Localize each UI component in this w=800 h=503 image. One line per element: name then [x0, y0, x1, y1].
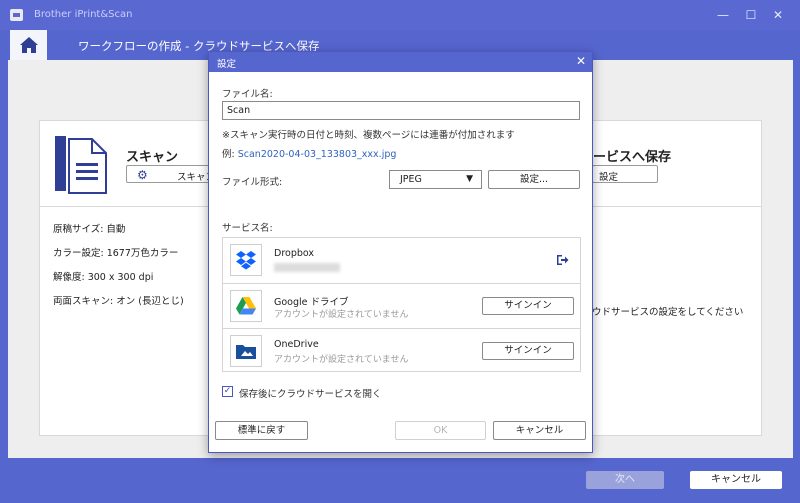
format-value: JPEG	[400, 174, 422, 185]
example-prefix: 例:	[222, 149, 238, 160]
service-name-google-drive: Google ドライブ	[274, 297, 349, 308]
scan-heading: スキャン	[126, 150, 179, 165]
service-name-onedrive: OneDrive	[274, 339, 319, 350]
info-duplex: 両面スキャン: オン (長辺とじ)	[53, 296, 184, 307]
info-resolution: 解像度: 300 x 300 dpi	[53, 272, 154, 283]
sign-out-icon[interactable]	[556, 254, 569, 266]
service-row-google-drive: Google ドライブ アカウントが設定されていません サインイン	[223, 283, 580, 328]
dialog-title: 設定	[217, 59, 237, 70]
info-color: カラー設定: 1677万色カラー	[53, 248, 179, 259]
scan-document-icon	[55, 136, 107, 194]
google-drive-icon	[230, 290, 262, 322]
account-redacted	[274, 263, 340, 272]
onedrive-signin-button[interactable]: サインイン	[482, 342, 574, 360]
format-settings-button[interactable]: 設定...	[488, 170, 580, 189]
service-row-onedrive: OneDrive アカウントが設定されていません サインイン	[223, 328, 580, 373]
service-name-dropbox: Dropbox	[274, 248, 315, 259]
service-status-google-drive: アカウントが設定されていません	[274, 310, 409, 320]
service-label: サービス名:	[222, 223, 273, 234]
cancel-button[interactable]: キャンセル	[690, 471, 782, 489]
settings-dialog: 設定 ✕ ファイル名: ※スキャン実行時の日付と時刻、複数ページには連番が付加さ…	[208, 51, 593, 453]
cloud-setup-message: ウドサービスの設定をしてください	[592, 307, 744, 318]
info-paper-size: 原稿サイズ: 自動	[53, 224, 126, 235]
google-drive-signin-button[interactable]: サインイン	[482, 297, 574, 315]
minimize-button[interactable]: —	[713, 7, 733, 23]
maximize-button[interactable]: ☐	[741, 7, 761, 23]
gear-icon: ⚙	[137, 168, 148, 182]
filename-input[interactable]	[222, 101, 580, 120]
service-row-dropbox[interactable]: Dropbox	[223, 238, 580, 283]
home-icon	[19, 37, 38, 53]
dropdown-arrow-icon: ▼	[466, 174, 473, 184]
dialog-title-bar: 設定 ✕	[209, 52, 592, 72]
service-status-onedrive: アカウントが設定されていません	[274, 355, 409, 365]
filename-label: ファイル名:	[222, 89, 273, 100]
service-list: Dropbox Google ドライブ アカウントが設定されていません サインイ…	[222, 237, 581, 372]
save-settings-label: 設定	[599, 172, 619, 183]
reset-button[interactable]: 標準に戻す	[215, 421, 308, 440]
window-title: Brother iPrint&Scan	[34, 9, 133, 20]
home-button[interactable]	[10, 30, 47, 60]
dropbox-icon	[230, 244, 262, 276]
format-select[interactable]: JPEG ▼	[389, 170, 482, 189]
filename-example: 例: Scan2020-04-03_133803_xxx.jpg	[222, 146, 396, 160]
example-value: Scan2020-04-03_133803_xxx.jpg	[237, 149, 397, 160]
close-button[interactable]: ✕	[768, 7, 788, 23]
footer-bar	[0, 458, 800, 503]
format-label: ファイル形式:	[222, 177, 283, 188]
open-after-save-label: 保存後にクラウドサービスを開く	[239, 389, 382, 400]
dialog-close-button[interactable]: ✕	[576, 54, 586, 68]
open-after-save-checkbox[interactable]: ✓	[222, 386, 233, 397]
onedrive-icon	[230, 335, 262, 367]
filename-note: ※スキャン実行時の日付と時刻、複数ページには連番が付加されます	[222, 130, 515, 141]
save-heading: ービスへ保存	[593, 150, 672, 165]
save-settings-button[interactable]: 設定	[592, 165, 658, 183]
ok-button[interactable]: OK	[395, 421, 486, 440]
next-button[interactable]: 次へ	[586, 471, 664, 489]
title-bar: Brother iPrint&Scan — ☐ ✕	[0, 0, 800, 30]
dialog-cancel-button[interactable]: キャンセル	[493, 421, 586, 440]
app-icon	[10, 9, 23, 21]
